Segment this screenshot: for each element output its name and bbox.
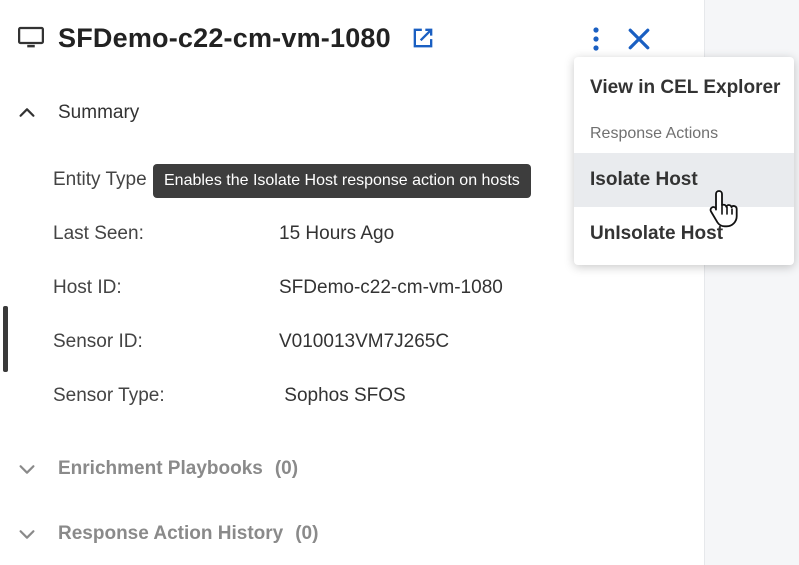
row-value: V010013VM7J265C (279, 331, 450, 352)
resize-handle[interactable] (3, 306, 8, 372)
response-history-toggle[interactable]: Response Action History (0) (16, 523, 318, 545)
more-options-icon[interactable] (583, 24, 609, 54)
row-key: Host ID: (53, 277, 122, 298)
actions-menu: View in CEL Explorer Response Actions Is… (574, 57, 794, 265)
open-in-new-icon[interactable] (409, 24, 437, 52)
summary-heading: Summary (58, 102, 140, 123)
row-key: Sensor ID: (53, 331, 143, 352)
row-value: SFDemo-c22-cm-vm-1080 (279, 277, 503, 298)
isolate-host-item[interactable]: Isolate Host (574, 153, 794, 207)
chevron-up-icon (19, 108, 35, 117)
summary-toggle[interactable]: Summary (16, 102, 139, 124)
row-key: Entity Type (53, 169, 147, 190)
close-icon[interactable] (624, 24, 654, 54)
chevron-down-icon (19, 465, 35, 474)
row-value: 15 Hours Ago (279, 223, 395, 244)
chevron-down-icon (19, 530, 35, 539)
unisolate-host-item[interactable]: UnIsolate Host (574, 207, 794, 261)
response-history-heading: Response Action History (58, 523, 284, 544)
panel-header: SFDemo-c22-cm-vm-1080 (16, 18, 437, 58)
row-value: Sophos SFOS (279, 385, 406, 406)
response-actions-label: Response Actions (590, 125, 719, 142)
row-key: Last Seen: (53, 223, 144, 244)
response-history-count: (0) (295, 523, 319, 544)
enrichment-playbooks-heading: Enrichment Playbooks (58, 458, 263, 479)
page-title: SFDemo-c22-cm-vm-1080 (58, 22, 391, 53)
monitor-icon (18, 26, 44, 48)
row-key: Sensor Type: (53, 385, 165, 406)
isolate-host-tooltip: Enables the Isolate Host response action… (153, 164, 531, 198)
enrichment-playbooks-toggle[interactable]: Enrichment Playbooks (0) (16, 458, 298, 480)
view-in-cel-explorer-item[interactable]: View in CEL Explorer (574, 61, 794, 115)
enrichment-count: (0) (274, 458, 299, 479)
